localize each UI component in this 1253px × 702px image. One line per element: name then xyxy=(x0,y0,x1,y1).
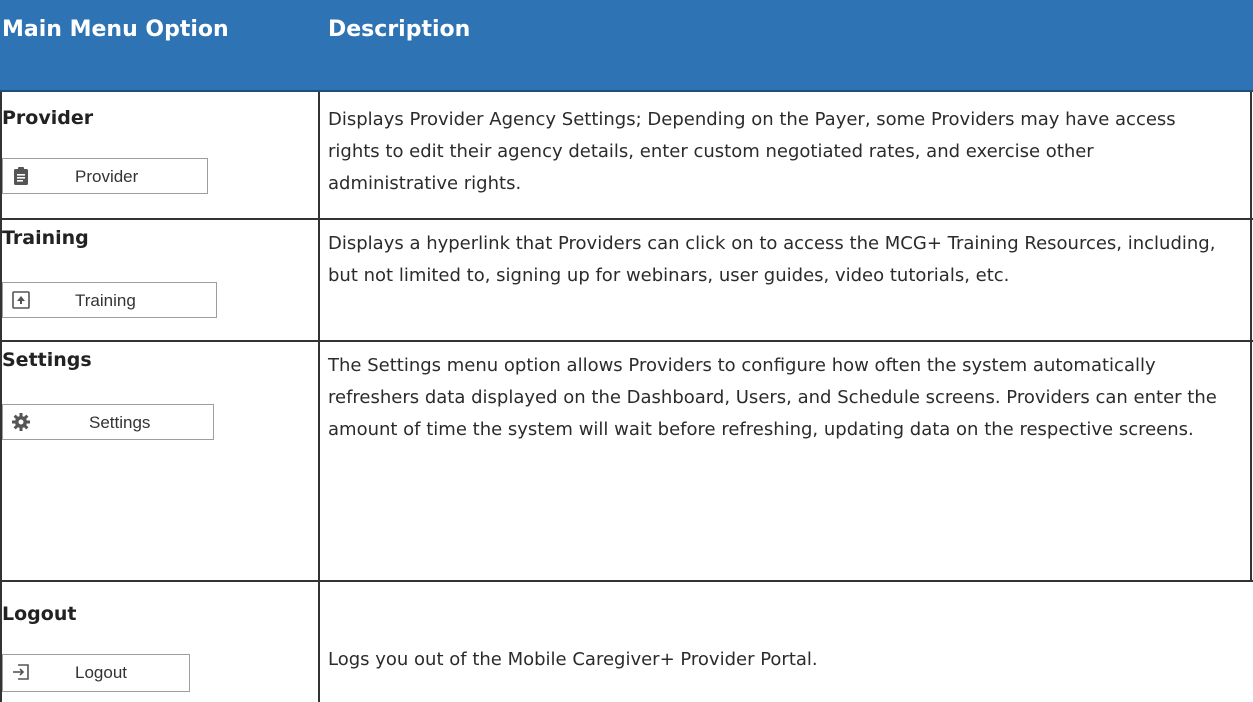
training-button-label: Training xyxy=(75,291,136,310)
header-description: Description xyxy=(328,17,471,42)
settings-button-label: Settings xyxy=(89,413,151,432)
logout-menu-button[interactable]: Logout xyxy=(2,654,190,692)
row-title-provider: Provider xyxy=(2,107,94,129)
settings-description: The Settings menu option allows Provider… xyxy=(328,355,1217,440)
training-menu-button[interactable]: Training xyxy=(2,282,217,318)
logout-button-label: Logout xyxy=(75,663,127,682)
table-right-border xyxy=(1250,92,1252,582)
table-header: Main Menu Option Description xyxy=(0,0,1253,92)
training-description: Displays a hyperlink that Providers can … xyxy=(328,233,1216,286)
settings-menu-button[interactable]: Settings xyxy=(2,404,214,440)
provider-description: Displays Provider Agency Settings; Depen… xyxy=(328,109,1176,194)
provider-button-label: Provider xyxy=(75,167,139,186)
provider-menu-button[interactable]: Provider xyxy=(2,158,208,194)
row-divider xyxy=(0,580,1253,582)
row-divider xyxy=(0,218,1253,220)
column-divider xyxy=(318,92,320,702)
row-divider xyxy=(0,340,1253,342)
clipboard-icon xyxy=(11,166,31,186)
logout-description: Logs you out of the Mobile Caregiver+ Pr… xyxy=(328,649,818,670)
row-title-training: Training xyxy=(2,227,89,249)
upload-box-icon xyxy=(11,290,31,310)
header-main-menu-option: Main Menu Option xyxy=(2,17,229,42)
row-title-logout: Logout xyxy=(2,603,77,625)
row-title-settings: Settings xyxy=(2,349,92,371)
gear-icon xyxy=(11,412,31,432)
logout-icon xyxy=(11,662,31,682)
